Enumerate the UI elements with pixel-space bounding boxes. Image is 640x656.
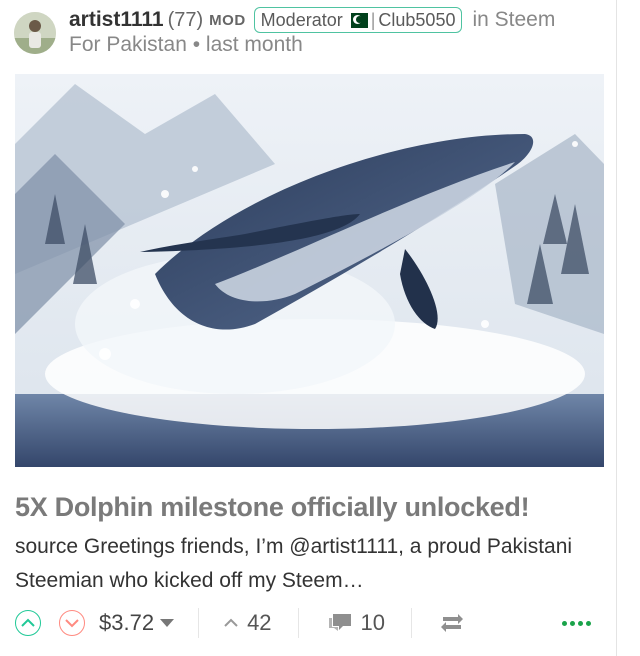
dot: [586, 620, 591, 626]
reblog-icon: [441, 614, 464, 632]
comments-value: 10: [360, 610, 386, 635]
avatar[interactable]: [14, 12, 56, 54]
votes-chevron-icon: [224, 618, 238, 627]
role-badge: Moderator | Club5050: [253, 7, 463, 33]
community-link[interactable]: in Steem: [472, 8, 555, 32]
dot: [570, 620, 575, 626]
badge-separator: |: [370, 9, 376, 30]
payout-dropdown[interactable]: $3.72: [99, 610, 175, 636]
downvote-button[interactable]: [59, 610, 85, 636]
post-title[interactable]: 5X Dolphin milestone officially unlocked…: [15, 492, 530, 523]
community-link-cont[interactable]: For Pakistan: [69, 33, 187, 56]
reblog-button[interactable]: [440, 612, 464, 634]
post-meta: For Pakistan • last month: [69, 33, 303, 57]
post-image-breaching-whale[interactable]: [15, 74, 604, 467]
footer-divider: [198, 608, 200, 638]
comments-icon: [328, 614, 351, 631]
caret-down-icon: [160, 618, 175, 627]
post-timestamp[interactable]: last month: [206, 33, 303, 56]
post-header: artist1111 (77) MOD Moderator | Club5050…: [69, 6, 555, 34]
post-excerpt[interactable]: source Greetings friends, I’m @artist111…: [15, 530, 605, 598]
badge-role: Moderator: [260, 9, 343, 30]
voters-count[interactable]: 42: [223, 610, 272, 636]
footer-divider: [411, 608, 413, 638]
meta-separator: •: [192, 33, 206, 56]
mod-label: MOD: [209, 11, 246, 29]
more-icon[interactable]: [562, 620, 591, 626]
badge-club: Club5050: [378, 9, 456, 30]
upvote-button[interactable]: [15, 610, 41, 636]
post-card: artist1111 (77) MOD Moderator | Club5050…: [0, 0, 616, 656]
pakistan-flag-icon: [345, 12, 368, 28]
payout-value: $3.72: [99, 610, 155, 635]
author-reputation: (77): [167, 8, 204, 31]
downvote-icon: [65, 619, 79, 628]
votes-value: 42: [247, 610, 272, 635]
post-footer: $3.72 42 10: [15, 604, 605, 642]
footer-divider: [297, 608, 299, 638]
upvote-icon: [21, 618, 35, 627]
comments-count[interactable]: 10: [327, 610, 385, 636]
author-name[interactable]: artist1111: [69, 8, 164, 32]
right-panel-edge: [616, 0, 640, 656]
dot: [578, 620, 583, 626]
dot: [562, 620, 567, 626]
